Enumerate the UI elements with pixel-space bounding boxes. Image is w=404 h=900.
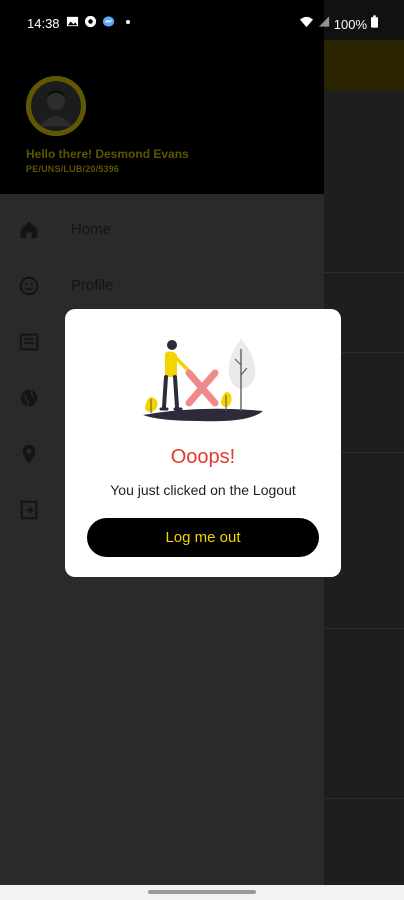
messenger-notification-icon — [102, 15, 115, 28]
wifi-icon — [299, 15, 314, 33]
divider — [324, 798, 404, 799]
menu-item-profile[interactable]: Profile — [0, 258, 324, 314]
dialog-message: You just clicked on the Logout — [110, 482, 296, 498]
battery-percentage: 100% — [333, 16, 367, 32]
user-id-text: PE/UNS/LUB/20/5396 — [26, 164, 120, 174]
status-bar: 14:38 100% — [0, 0, 404, 44]
menu-item-label: Profile — [71, 277, 114, 294]
dialog-title: Ooops! — [170, 446, 236, 468]
user-avatar-icon — [26, 76, 86, 136]
logout-illustration — [143, 339, 263, 422]
battery-icon — [371, 15, 378, 33]
globe-icon — [18, 387, 40, 409]
system-icons: 100% — [299, 15, 378, 33]
divider — [324, 272, 404, 273]
menu-item-home[interactable]: Home — [0, 202, 324, 258]
logout-dialog: Ooops! You just clicked on the Logout Lo… — [65, 309, 341, 577]
home-icon — [18, 219, 40, 241]
avatar[interactable] — [26, 76, 86, 136]
system-navigation-bar — [0, 885, 404, 900]
list-icon — [18, 331, 40, 353]
greeting-text: Hello there! Desmond Evans — [26, 147, 189, 161]
logout-icon — [18, 499, 40, 521]
image-notification-icon — [66, 15, 79, 28]
divider — [324, 628, 404, 629]
more-notifications-dot-icon — [126, 19, 130, 24]
chrome-notification-icon — [84, 15, 97, 28]
home-gesture-handle[interactable] — [148, 890, 256, 894]
app-toolbar-accent — [324, 40, 404, 90]
signal-icon — [318, 15, 330, 33]
profile-icon — [18, 275, 40, 297]
menu-item-label: Home — [71, 221, 112, 238]
log-me-out-button[interactable]: Log me out — [87, 518, 319, 557]
location-icon — [18, 443, 40, 465]
notification-icons — [66, 15, 130, 28]
clock-text: 14:38 — [27, 16, 60, 31]
